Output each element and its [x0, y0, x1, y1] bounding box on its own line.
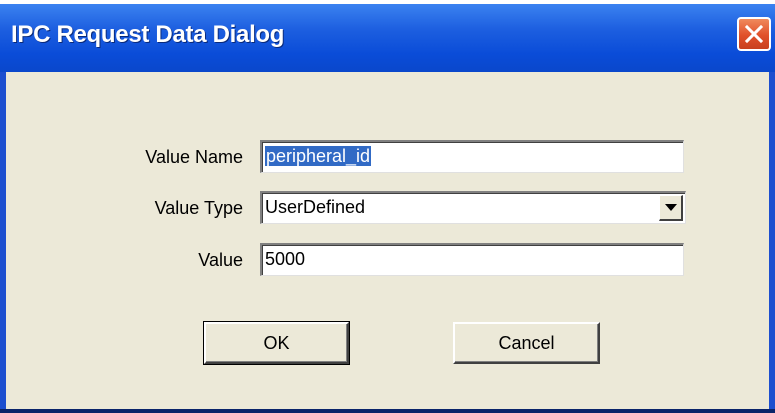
dialog-client-area: Value Name peripheral_id Value Type User…	[6, 72, 769, 409]
close-icon	[744, 24, 764, 44]
close-button[interactable]	[737, 17, 771, 51]
title-bar[interactable]: IPC Request Data Dialog	[0, 4, 775, 76]
dialog-title: IPC Request Data Dialog	[11, 21, 285, 48]
value-name-selected-text: peripheral_id	[265, 146, 372, 166]
chevron-down-icon	[665, 204, 677, 211]
value-text: 5000	[265, 249, 306, 269]
window-right-border	[769, 72, 775, 409]
cancel-button[interactable]: Cancel	[453, 322, 600, 364]
value-type-label: Value Type	[154, 198, 243, 218]
value-name-label: Value Name	[145, 147, 243, 167]
dropdown-arrow-button[interactable]	[659, 195, 683, 221]
value-type-dropdown[interactable]: UserDefined	[260, 191, 686, 224]
value-label: Value	[198, 250, 243, 270]
value-name-input[interactable]: peripheral_id	[260, 140, 684, 173]
value-input[interactable]: 5000	[260, 243, 684, 276]
value-type-selected: UserDefined	[265, 197, 366, 217]
ok-button[interactable]: OK	[203, 321, 350, 365]
